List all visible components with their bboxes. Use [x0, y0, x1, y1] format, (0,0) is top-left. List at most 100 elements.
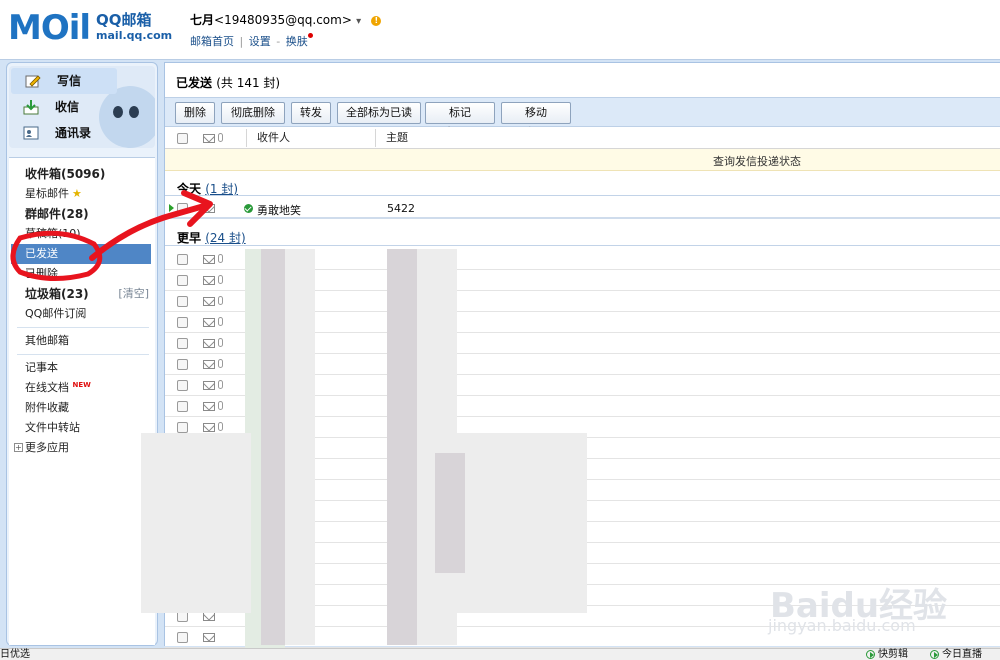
row-checkbox[interactable] — [177, 380, 188, 391]
row-checkbox[interactable] — [177, 422, 188, 433]
envelope-icon — [203, 297, 215, 306]
account-name[interactable]: 七月<19480935@qq.com> ▾ ! — [190, 11, 382, 28]
attachment-icon — [218, 401, 223, 410]
contacts-button[interactable]: 通讯录 — [9, 120, 155, 146]
account-email: <19480935@qq.com> — [214, 13, 352, 27]
delivery-status-link[interactable]: 查询发信投递状态 — [713, 153, 801, 169]
pencil-icon — [25, 75, 41, 88]
select-all-checkbox[interactable] — [177, 133, 188, 144]
envelope-icon — [203, 402, 215, 411]
logo-url: mail.qq.com — [96, 29, 173, 42]
delivery-status-bar: 查询发信投递状态 — [165, 149, 1000, 171]
compose-button[interactable]: 写信 — [11, 68, 117, 94]
live-stream-link[interactable]: 今日直播 — [930, 649, 982, 660]
mark-as-dropdown[interactable]: 标记为...▼ — [425, 102, 495, 139]
alert-icon[interactable]: ! — [371, 15, 382, 26]
row-checkbox[interactable] — [177, 317, 188, 328]
button-label: 转发 — [300, 106, 322, 119]
link-skin[interactable]: 换肤 — [286, 35, 308, 48]
attachment-header-icon[interactable] — [218, 133, 223, 142]
redaction-mosaic — [457, 433, 587, 613]
row-checkbox[interactable] — [177, 401, 188, 412]
folder-group-mail[interactable]: 群邮件(28) — [9, 204, 155, 224]
group-count[interactable]: (24 封) — [205, 231, 245, 245]
group-divider — [165, 195, 1000, 196]
app-file-transfer[interactable]: 文件中转站 — [9, 418, 155, 438]
envelope-icon — [203, 360, 215, 369]
new-dot-icon — [307, 33, 313, 38]
row-checkbox[interactable] — [177, 203, 188, 214]
column-divider — [375, 129, 376, 147]
row-checkbox[interactable] — [177, 275, 188, 286]
forward-button[interactable]: 转发 — [291, 102, 331, 124]
app-label: 文件中转站 — [25, 421, 80, 434]
folder-label: 收件箱(5096) — [25, 167, 106, 181]
folder-inbox[interactable]: 收件箱(5096) — [9, 164, 155, 184]
redaction-mosaic — [387, 249, 417, 645]
folder-starred[interactable]: 星标邮件 ★ — [9, 184, 155, 204]
expand-icon[interactable]: + — [14, 443, 23, 452]
envelope-icon — [203, 255, 215, 264]
folder-subscriptions[interactable]: QQ邮件订阅 — [9, 304, 155, 324]
subject-column-header[interactable]: 主题 — [386, 127, 408, 149]
row-checkbox[interactable] — [177, 296, 188, 307]
new-badge: NEW — [72, 381, 91, 389]
attachment-icon — [218, 422, 223, 431]
recipient-cell: 勇敢地笑 — [257, 204, 301, 217]
link-settings[interactable]: 设置 — [249, 35, 271, 48]
envelope-icon — [203, 381, 215, 390]
receive-button[interactable]: 收信 — [9, 94, 155, 120]
folder-drafts[interactable]: 草稿箱(10) — [9, 224, 155, 244]
receive-label: 收信 — [55, 100, 80, 114]
link-mail-home[interactable]: 邮箱首页 — [190, 35, 234, 48]
envelope-icon — [203, 423, 215, 432]
mail-list-panel: 已发送 (共 141 封) 删除 彻底删除 转发 全部标为已读 标记为...▼ … — [141, 62, 1000, 649]
app-notepad[interactable]: 记事本 — [9, 358, 155, 378]
envelope-header-icon[interactable] — [203, 134, 215, 143]
divider — [17, 327, 149, 328]
folder-sent[interactable]: 已发送 — [11, 244, 151, 264]
folder-spam[interactable]: 垃圾箱(23) [清空] — [9, 284, 155, 304]
quick-edit-link[interactable]: 快剪辑 — [866, 649, 908, 660]
app-label: 记事本 — [25, 361, 58, 374]
attachment-icon — [218, 380, 223, 389]
contacts-icon — [23, 126, 39, 140]
row-checkbox[interactable] — [177, 632, 188, 643]
app-online-docs[interactable]: 在线文档 NEW — [9, 378, 155, 398]
logo-brand: QQ邮箱 — [96, 11, 152, 29]
other-mailboxes[interactable]: 其他邮箱 — [9, 331, 155, 351]
account-dropdown-icon[interactable]: ▾ — [356, 16, 361, 27]
folder-label: 草稿箱(10) — [25, 227, 81, 240]
table-row[interactable]: 勇敢地笑 5422 — [165, 198, 1000, 219]
delivered-check-icon — [244, 204, 253, 213]
folder-label: 垃圾箱(23) — [25, 287, 89, 301]
delete-button[interactable]: 删除 — [175, 102, 215, 124]
row-checkbox[interactable] — [177, 338, 188, 349]
row-checkbox[interactable] — [177, 359, 188, 370]
button-label: 彻底删除 — [231, 106, 275, 119]
button-label: 全部标为已读 — [346, 106, 412, 119]
star-icon: ★ — [72, 187, 82, 200]
quick-actions: 写信 收信 通讯录 — [9, 66, 155, 148]
permanent-delete-button[interactable]: 彻底删除 — [221, 102, 285, 124]
group-label: 更早 — [177, 231, 202, 245]
group-label: 今天 — [177, 182, 202, 196]
recipient-column-header[interactable]: 收件人 — [257, 127, 290, 149]
attachment-icon — [218, 338, 223, 347]
group-earlier: 更早 (24 封) — [177, 229, 246, 246]
row-checkbox[interactable] — [177, 254, 188, 265]
folder-list: 收件箱(5096) 星标邮件 ★ 群邮件(28) 草稿箱(10) 已发送 已删除 … — [9, 157, 155, 645]
redaction-mosaic — [435, 453, 465, 573]
play-icon — [930, 649, 939, 659]
more-apps[interactable]: + 更多应用 — [9, 438, 155, 458]
folder-deleted[interactable]: 已删除 — [9, 264, 155, 284]
move-to-dropdown[interactable]: 移动到...▼ — [501, 102, 571, 139]
app-attachment-favorites[interactable]: 附件收藏 — [9, 398, 155, 418]
mark-all-read-button[interactable]: 全部标为已读 — [337, 102, 421, 124]
compose-label: 写信 — [57, 74, 82, 88]
qq-mail-logo[interactable]: MOil QQ邮箱 mail.qq.com — [8, 8, 172, 48]
group-count[interactable]: (1 封) — [205, 182, 238, 196]
empty-spam-link[interactable]: [清空] — [118, 284, 149, 304]
table-header: 收件人 主题 — [165, 127, 1000, 149]
logo-mail-wordmark: MOil — [8, 8, 91, 48]
